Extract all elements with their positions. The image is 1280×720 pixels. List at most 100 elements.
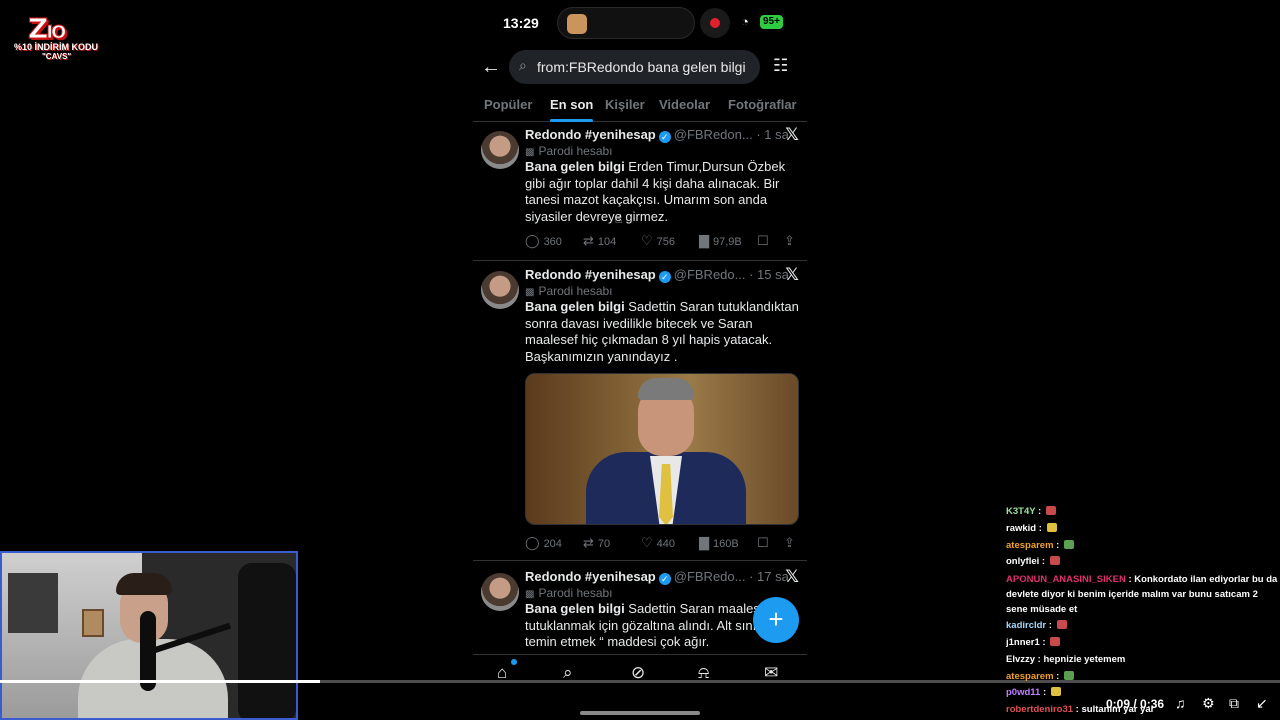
discount-code: "CAVS" bbox=[42, 52, 72, 61]
display-name[interactable]: Redondo #yenihesap bbox=[525, 127, 656, 142]
reply-count: 204 bbox=[543, 538, 562, 550]
chat-message: APONUN_ANASINI_SIKEN : Konkordato ilan e… bbox=[1006, 571, 1278, 618]
tweet-text: Bana gelen bilgi Erden Timur,Dursun Özbe… bbox=[525, 159, 801, 225]
chat-username[interactable]: atesparem bbox=[1006, 671, 1054, 682]
chat-username[interactable]: onlyflei bbox=[1006, 556, 1039, 567]
dynamic-island bbox=[557, 7, 695, 39]
chat-overlay: K3T4Y : rawkid : atesparem : onlyflei : … bbox=[1006, 504, 1278, 719]
status-bar: 13:29 ◔ 95+ bbox=[473, 0, 807, 46]
bookmark-icon[interactable]: ☐ bbox=[757, 233, 773, 249]
bottom-nav: ⌂ ⌕ ⊘ ⍾ ✉ bbox=[473, 654, 807, 720]
tweet-lead: Bana gelen bilgi bbox=[525, 159, 625, 174]
chat-username[interactable]: atesparem bbox=[1006, 540, 1054, 551]
chat-message: K3T4Y : bbox=[1006, 504, 1278, 521]
view-count: 160B bbox=[713, 538, 739, 550]
discount-text: %10 İNDİRİM KODU bbox=[14, 42, 99, 52]
retweet-count: 70 bbox=[597, 538, 611, 550]
search-query: from:FBRedondo bana gelen bilgi bbox=[537, 59, 746, 75]
views-button[interactable]: ▇ 97,9B bbox=[699, 233, 742, 249]
retweet-icon: ⇄ bbox=[583, 233, 594, 248]
tweet-photo[interactable] bbox=[525, 373, 799, 525]
chat-message: onlyflei : bbox=[1006, 554, 1278, 571]
chat-username[interactable]: p0wd11 bbox=[1006, 687, 1040, 698]
chat-message: j1nner1 : bbox=[1006, 635, 1278, 652]
chat-separator: : bbox=[1053, 670, 1062, 682]
tweet-lead: Bana gelen bilgi bbox=[525, 299, 625, 314]
like-button[interactable]: ♡ 440 bbox=[641, 535, 675, 551]
wifi-icon: ◔ bbox=[741, 14, 749, 29]
timestamp: · 15 sa bbox=[749, 267, 789, 282]
tab-popular[interactable]: Popüler bbox=[484, 97, 532, 112]
chat-username[interactable]: Elvzzy bbox=[1006, 654, 1035, 665]
phone-screen: 13:29 ◔ 95+ ← ⌕ from:FBRedondo bana gele… bbox=[473, 0, 807, 720]
parody-text: Parodi hesabı bbox=[538, 284, 613, 298]
search-bar: ← ⌕ from:FBRedondo bana gelen bilgi ☷ bbox=[473, 50, 807, 86]
app-thumbnail bbox=[567, 14, 587, 34]
parody-label: ▩ Parodi hesabı bbox=[525, 586, 613, 600]
filter-icon[interactable]: ☷ bbox=[773, 56, 788, 76]
parody-label: ▩ Parodi hesabı bbox=[525, 144, 613, 158]
chat-emote-icon bbox=[1050, 687, 1061, 697]
tweet-text: Bana gelen bilgi Sadettin Saran tutuklan… bbox=[525, 299, 801, 365]
share-icon[interactable]: ⇪ bbox=[784, 535, 799, 551]
reply-count: 360 bbox=[543, 236, 562, 248]
chat-text: hepnizie yetemem bbox=[1043, 653, 1126, 665]
chat-emote-icon bbox=[1045, 506, 1056, 515]
parody-text: Parodi hesabı bbox=[538, 144, 613, 158]
battery-badge: 95+ bbox=[760, 15, 783, 29]
chat-username[interactable]: kadircldr bbox=[1006, 620, 1046, 631]
reply-button[interactable]: ◯ 360 bbox=[525, 233, 562, 249]
chat-message: robertdeniro31 : sultanım yar yar bbox=[1006, 702, 1278, 719]
chat-separator: : bbox=[1040, 687, 1049, 699]
tab-people[interactable]: Kişiler bbox=[605, 97, 645, 112]
compose-post-button[interactable]: + bbox=[753, 597, 799, 643]
clock: 13:29 bbox=[503, 15, 539, 31]
avatar[interactable] bbox=[481, 271, 519, 309]
avatar[interactable] bbox=[481, 573, 519, 611]
search-input[interactable]: ⌕ from:FBRedondo bana gelen bilgi bbox=[509, 50, 760, 84]
retweet-button[interactable]: ⇄ 70 bbox=[583, 535, 610, 551]
streamer-logo: ZIO %10 İNDİRİM KODU "CAVS" bbox=[14, 12, 104, 62]
chat-username[interactable]: K3T4Y bbox=[1006, 506, 1035, 517]
views-button[interactable]: ▇ 160B bbox=[699, 535, 739, 551]
parody-text: Parodi hesabı bbox=[538, 586, 613, 600]
like-button[interactable]: ♡ 756 bbox=[641, 233, 675, 249]
tweet[interactable]: Redondo #yenihesap ✓ @FBRedo... · 15 sa 𝕏 … bbox=[473, 263, 807, 561]
retweet-button[interactable]: ⇄ 104 bbox=[583, 233, 616, 249]
views-icon: ▇ bbox=[699, 233, 709, 248]
video-progress-fill bbox=[0, 680, 320, 683]
logo-mark: ZIO bbox=[27, 12, 66, 46]
back-arrow-icon[interactable]: ← bbox=[481, 56, 501, 79]
chat-separator: : bbox=[1035, 653, 1044, 665]
reply-button[interactable]: ◯ 204 bbox=[525, 535, 562, 551]
chat-separator: : bbox=[1039, 556, 1048, 568]
mouse-cursor-icon: ☝ bbox=[615, 212, 623, 226]
like-count: 756 bbox=[656, 236, 676, 248]
photo-hair bbox=[638, 378, 694, 400]
x-logo-icon: 𝕏 bbox=[785, 567, 799, 586]
search-icon: ⌕ bbox=[519, 57, 527, 73]
chat-username[interactable]: robertdeniro31 bbox=[1006, 704, 1073, 715]
tweet-actions: ◯ 204 ⇄ 70 ♡ 440 ▇ 160B ☐ ⇪ bbox=[525, 535, 801, 553]
cam-chair bbox=[238, 563, 296, 718]
tab-videos[interactable]: Videolar bbox=[659, 97, 710, 112]
share-icon[interactable]: ⇪ bbox=[784, 233, 799, 249]
avatar[interactable] bbox=[481, 131, 519, 169]
timestamp: · 17 sa bbox=[749, 569, 789, 584]
verified-badge-icon: ✓ bbox=[658, 131, 671, 143]
microphone-icon bbox=[140, 611, 156, 691]
tweet[interactable]: Redondo #yenihesap ✓ @FBRedon... · 1 sa 𝕏 … bbox=[473, 123, 807, 261]
display-name[interactable]: Redondo #yenihesap bbox=[525, 569, 656, 584]
display-name[interactable]: Redondo #yenihesap bbox=[525, 267, 656, 282]
bookmark-icon[interactable]: ☐ bbox=[757, 535, 773, 551]
heart-icon: ♡ bbox=[641, 535, 653, 550]
handle: @FBRedon... bbox=[673, 127, 753, 142]
chat-username[interactable]: APONUN_ANASINI_SIKEN bbox=[1006, 574, 1126, 585]
view-count: 97,9B bbox=[713, 236, 742, 248]
chat-separator: : bbox=[1125, 574, 1135, 586]
chat-username[interactable]: rawkid bbox=[1006, 523, 1036, 534]
home-indicator[interactable] bbox=[580, 711, 700, 715]
tab-photos[interactable]: Fotoğraflar bbox=[728, 97, 797, 112]
tab-latest[interactable]: En son bbox=[550, 97, 594, 122]
chat-username[interactable]: j1nner1 bbox=[1006, 637, 1040, 648]
